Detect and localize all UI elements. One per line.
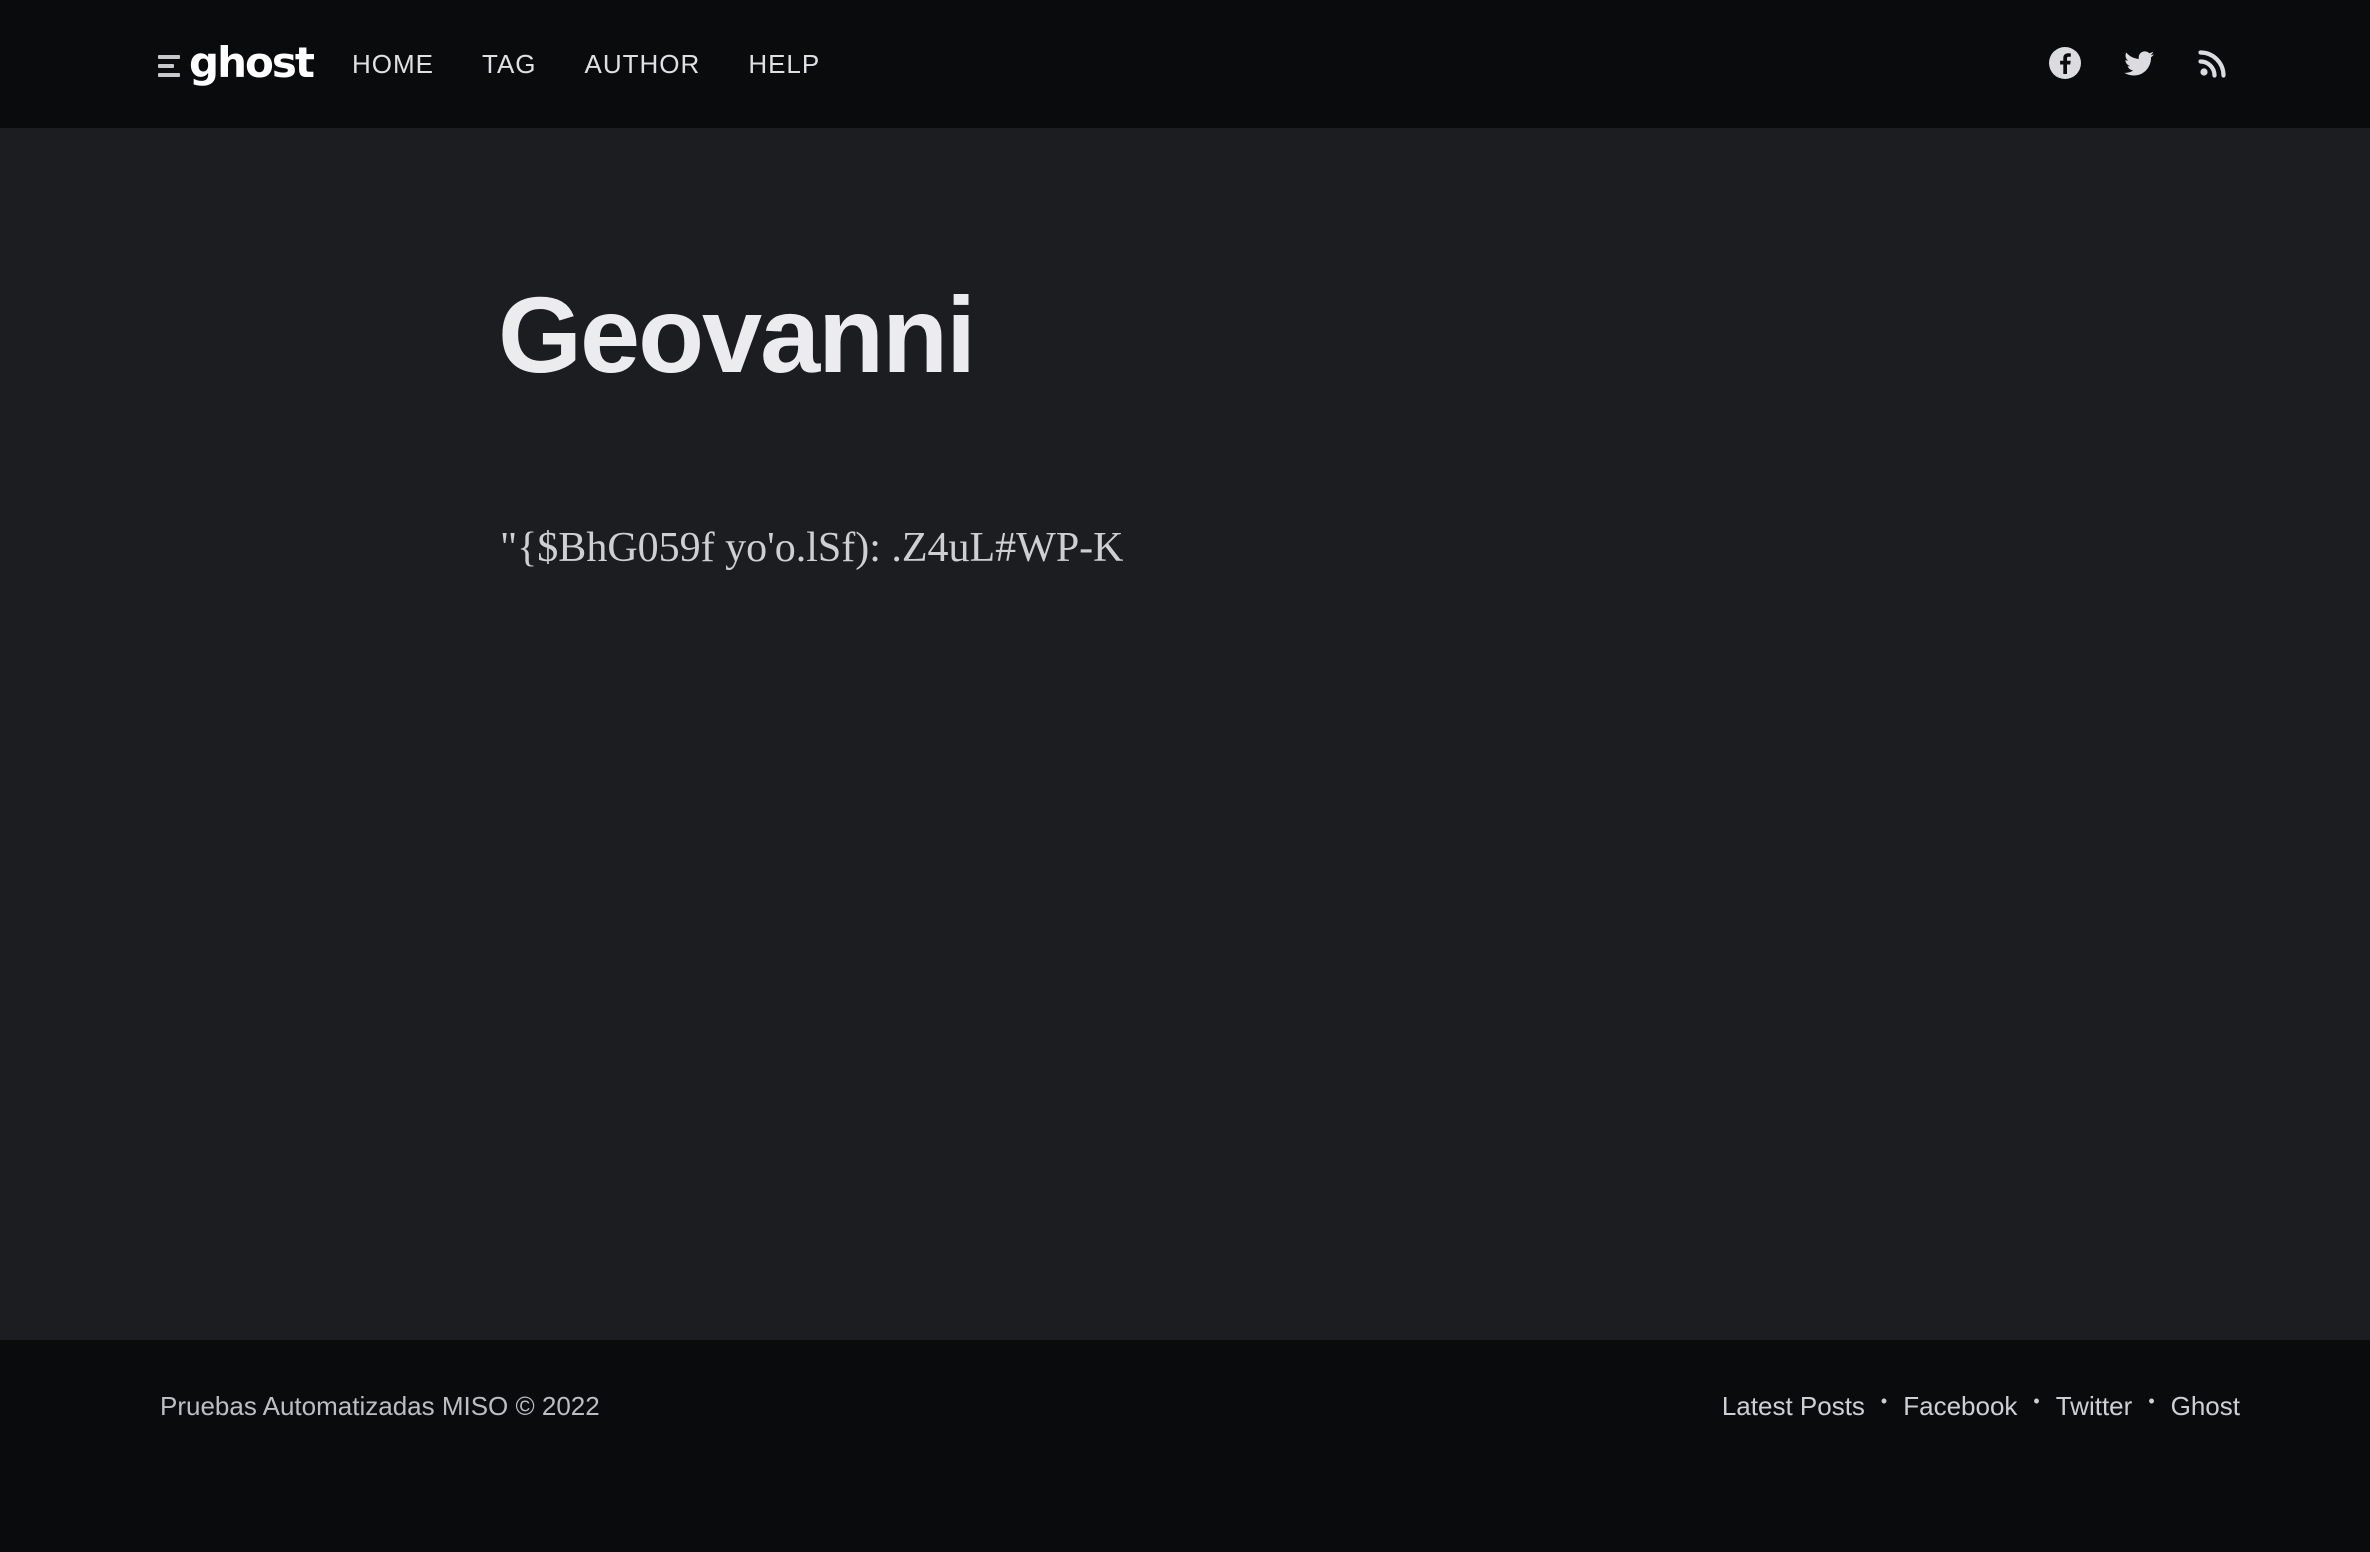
footer-separator: • xyxy=(2033,1391,2040,1411)
footer-separator: • xyxy=(1880,1391,1888,1411)
footer-link-facebook[interactable]: Facebook xyxy=(1903,1386,2017,1426)
site-header: ghost HOME TAG AUTHOR HELP xyxy=(0,0,2370,128)
facebook-icon xyxy=(2049,47,2081,79)
social-links xyxy=(2048,46,2230,80)
footer-nav: Latest Posts • Facebook • Twitter • Ghos… xyxy=(1722,1386,2240,1426)
site-footer: Pruebas Automatizadas MISO © 2022 Latest… xyxy=(0,1340,2370,1552)
footer-link-ghost[interactable]: Ghost xyxy=(2171,1386,2240,1426)
logo-text: ghost xyxy=(189,38,315,87)
nav-tag[interactable]: TAG xyxy=(482,47,537,81)
footer-copyright: Pruebas Automatizadas MISO © 2022 xyxy=(160,1391,600,1421)
footer-link-twitter[interactable]: Twitter xyxy=(2056,1386,2133,1426)
rss-icon xyxy=(2198,50,2226,78)
nav-home[interactable]: HOME xyxy=(352,47,434,81)
twitter-link[interactable] xyxy=(2122,46,2156,80)
nav-help[interactable]: HELP xyxy=(748,47,820,81)
twitter-icon xyxy=(2124,51,2154,76)
facebook-link[interactable] xyxy=(2048,46,2082,80)
author-bio: "{$BhG059f yo'o.lSf): .Z4uL#WP-K xyxy=(500,525,1124,571)
author-name: Geovanni xyxy=(498,274,976,395)
rss-link[interactable] xyxy=(2196,46,2230,80)
main-nav: HOME TAG AUTHOR HELP xyxy=(352,47,868,81)
footer-link-latest-posts[interactable]: Latest Posts xyxy=(1722,1386,1865,1426)
logo-mark-icon xyxy=(158,55,180,77)
site-logo[interactable]: ghost xyxy=(158,38,315,88)
footer-separator: • xyxy=(2148,1391,2155,1411)
nav-author[interactable]: AUTHOR xyxy=(585,47,701,81)
